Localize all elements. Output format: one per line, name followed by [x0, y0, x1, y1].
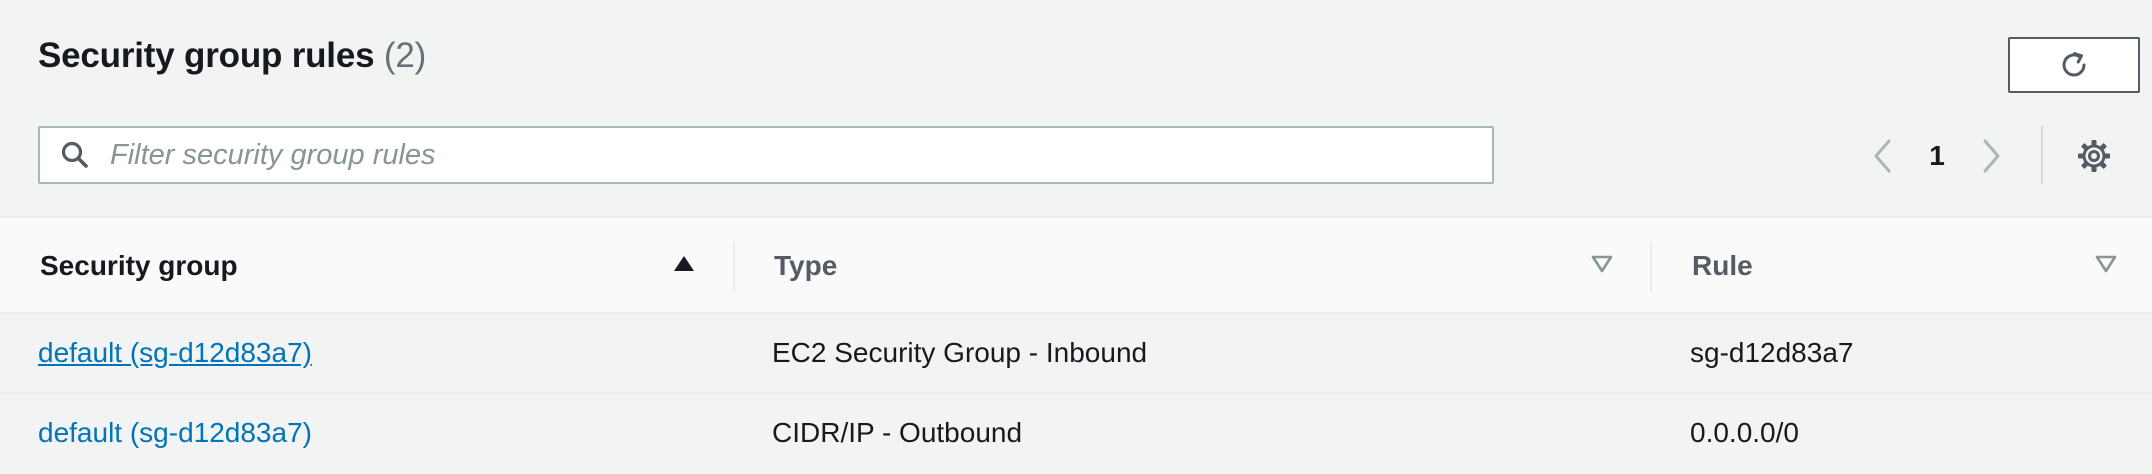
- security-group-link[interactable]: default (sg-d12d83a7): [38, 337, 312, 369]
- sort-ascending-icon[interactable]: [672, 254, 696, 274]
- current-page-number[interactable]: 1: [1906, 140, 1968, 172]
- refresh-button[interactable]: [2008, 37, 2140, 93]
- chevron-left-icon: [1874, 139, 1891, 173]
- search-icon: [60, 140, 90, 170]
- previous-page-button[interactable]: [1860, 133, 1906, 179]
- type-cell: CIDR/IP - Outbound: [772, 417, 1023, 448]
- rules-table: Security group Type Rule default (sg-d12…: [0, 216, 2152, 474]
- column-header-type[interactable]: Type: [774, 218, 1614, 314]
- sort-unsorted-icon[interactable]: [2094, 254, 2118, 274]
- column-resizer[interactable]: [1650, 242, 1652, 292]
- table-row: default (sg-d12d83a7) EC2 Security Group…: [0, 314, 2152, 394]
- sort-unsorted-icon[interactable]: [1590, 254, 1614, 274]
- filter-search-input[interactable]: [108, 137, 1492, 173]
- toolbar-divider: [2041, 126, 2043, 184]
- type-cell: EC2 Security Group - Inbound: [772, 337, 1148, 368]
- page-title: Security group rules (2): [38, 36, 426, 75]
- column-header-security-group[interactable]: Security group: [40, 218, 700, 314]
- security-group-link[interactable]: default (sg-d12d83a7): [38, 417, 312, 449]
- preferences-button[interactable]: [2072, 134, 2116, 178]
- security-group-cell: default (sg-d12d83a7): [38, 314, 312, 392]
- table-header: Security group Type Rule: [0, 216, 2152, 314]
- table-row: default (sg-d12d83a7) CIDR/IP - Outbound…: [0, 394, 2152, 474]
- security-group-cell: default (sg-d12d83a7): [38, 394, 312, 472]
- rule-cell: 0.0.0.0/0: [1690, 417, 1799, 448]
- column-header-rule[interactable]: Rule: [1692, 218, 2112, 314]
- title-text: Security group rules: [38, 36, 375, 75]
- filter-search-box[interactable]: [38, 126, 1494, 184]
- rule-cell: sg-d12d83a7: [1690, 337, 1854, 368]
- refresh-icon: [2062, 52, 2086, 77]
- chevron-right-icon: [1983, 139, 2000, 173]
- column-resizer[interactable]: [733, 242, 735, 292]
- gear-icon: [2078, 140, 2110, 172]
- pagination: 1: [1860, 132, 2014, 180]
- rule-count: (2): [383, 36, 427, 75]
- security-group-rules-panel: Security group rules (2) 1: [0, 0, 2152, 474]
- panel-header: Security group rules (2): [38, 36, 426, 76]
- next-page-button[interactable]: [1968, 133, 2014, 179]
